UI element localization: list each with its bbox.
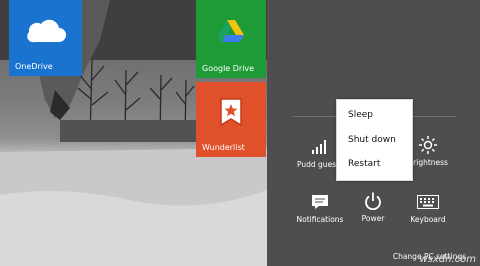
restart-menu-item[interactable]: Restart	[348, 159, 380, 169]
power-menu: Sleep Shut down Restart	[336, 99, 413, 181]
shut-down-menu-item[interactable]: Shut down	[348, 135, 396, 145]
google-drive-tile[interactable]: Google Drive	[196, 0, 266, 78]
wifi-signal-icon	[312, 140, 326, 154]
keyboard-quick-setting[interactable]: Keyboard	[398, 193, 458, 224]
power-label: Power	[361, 214, 385, 223]
cloud-icon	[26, 19, 66, 43]
network-label: Pudd gues	[297, 160, 337, 169]
wunderlist-label: Wunderlist	[202, 143, 245, 152]
wunderlist-icon	[220, 98, 242, 126]
power-quick-setting[interactable]: Power	[343, 192, 403, 223]
notifications-icon	[312, 195, 328, 209]
onedrive-tile[interactable]: OneDrive	[9, 0, 82, 76]
wunderlist-tile[interactable]: Wunderlist	[196, 82, 266, 157]
keyboard-label: Keyboard	[410, 215, 446, 224]
power-icon	[365, 192, 381, 210]
watermark: wsxdn.com	[419, 254, 476, 265]
notifications-label: Notifications	[296, 215, 344, 224]
google-drive-icon	[218, 20, 244, 42]
notifications-quick-setting[interactable]: Notifications	[290, 193, 350, 224]
keyboard-icon	[417, 195, 439, 209]
sleep-menu-item[interactable]: Sleep	[348, 110, 373, 120]
brightness-label: Brightness	[408, 158, 448, 167]
google-drive-label: Google Drive	[202, 64, 255, 73]
onedrive-label: OneDrive	[15, 62, 53, 71]
brightness-icon	[419, 136, 437, 154]
